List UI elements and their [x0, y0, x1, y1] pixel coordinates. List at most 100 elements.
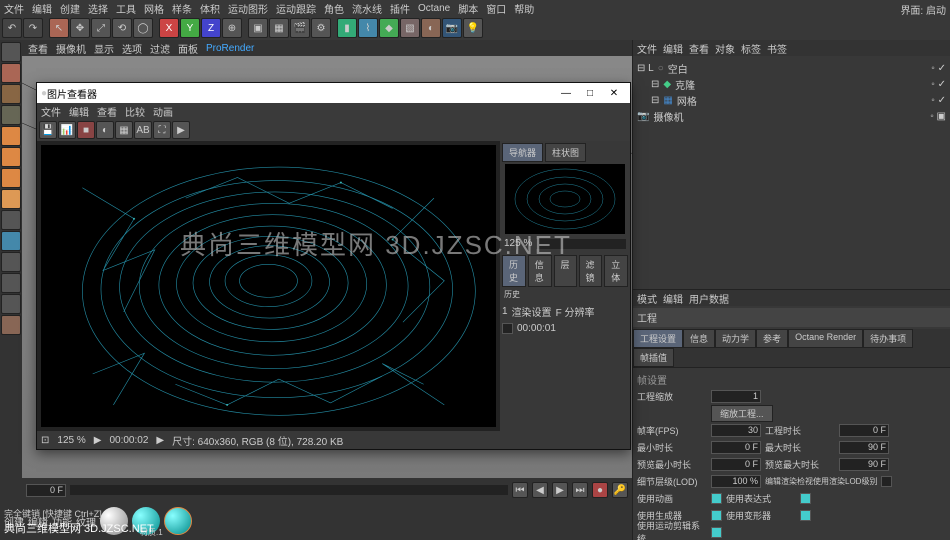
point-mode[interactable] [1, 126, 21, 146]
pv-fullscreen-icon[interactable]: ⛶ [153, 121, 171, 139]
render-pv[interactable]: 🎬 [290, 18, 310, 38]
chk-expr[interactable] [800, 493, 811, 504]
menu-tracker[interactable]: 运动跟踪 [276, 1, 316, 16]
menu-mesh[interactable]: 网格 [144, 1, 164, 16]
menu-select[interactable]: 选择 [88, 1, 108, 16]
recent-tool[interactable]: ◯ [133, 18, 153, 38]
tab-interp[interactable]: 帧插值 [633, 348, 674, 367]
am-userdata[interactable]: 用户数据 [689, 291, 729, 306]
camera-obj[interactable]: 📷 [442, 18, 462, 38]
pv-histogram-icon[interactable]: 📊 [58, 121, 76, 139]
chk-lod[interactable] [881, 476, 892, 487]
chk-anim[interactable] [711, 493, 722, 504]
menu-mograph[interactable]: 运动图形 [228, 1, 268, 16]
model-mode[interactable] [1, 63, 21, 83]
chk-motion[interactable] [711, 527, 722, 538]
pv-view[interactable]: 查看 [97, 104, 117, 119]
inp-projtime[interactable] [839, 424, 889, 437]
inp-pmax[interactable] [839, 458, 889, 471]
render-region[interactable]: ▦ [269, 18, 289, 38]
y-axis[interactable]: Y [180, 18, 200, 38]
pv-ab-icon[interactable]: AB [134, 121, 152, 139]
cube-primitive[interactable]: ▮ [337, 18, 357, 38]
pv-titlebar[interactable]: ● 图片查看器 — □ ✕ [37, 83, 630, 103]
select-tool[interactable]: ↖ [49, 18, 69, 38]
timeline[interactable]: ⏮ ◀ ▶ ⏭ ● 🔑 [22, 478, 632, 502]
om-file[interactable]: 文件 [637, 41, 657, 56]
inp-mintime[interactable] [711, 441, 761, 454]
vp-panel[interactable]: 面板 [178, 41, 198, 56]
menu-file[interactable]: 文件 [4, 1, 24, 16]
coord-sys[interactable]: ⊕ [222, 18, 242, 38]
environment[interactable]: ◐ [421, 18, 441, 38]
maximize-icon[interactable]: □ [578, 88, 602, 99]
tab-ref[interactable]: 参考 [756, 329, 788, 348]
menu-spline[interactable]: 样条 [172, 1, 192, 16]
chk-gen[interactable] [711, 510, 722, 521]
am-mode[interactable]: 模式 [637, 291, 657, 306]
play-fwd-icon[interactable]: ▶ [552, 482, 568, 498]
pv-channel-icon[interactable]: ◐ [96, 121, 114, 139]
menu-create[interactable]: 创建 [60, 1, 80, 16]
material-default[interactable] [100, 507, 128, 535]
pv-fit-icon[interactable]: ⊡ [41, 435, 49, 446]
chk-deform[interactable] [800, 510, 811, 521]
om-view[interactable]: 查看 [689, 41, 709, 56]
vp-view[interactable]: 查看 [28, 41, 48, 56]
menu-help[interactable]: 帮助 [514, 1, 534, 16]
minimize-icon[interactable]: — [554, 88, 578, 99]
snap-settings[interactable] [1, 273, 21, 293]
menu-edit[interactable]: 编辑 [32, 1, 52, 16]
undo-btn[interactable]: ↶ [2, 18, 22, 38]
render-view[interactable]: ▣ [248, 18, 268, 38]
play-start-icon[interactable]: ⏮ [512, 482, 528, 498]
am-edit[interactable]: 编辑 [663, 291, 683, 306]
vp-prorender[interactable]: ProRender [206, 43, 254, 54]
move-tool[interactable]: ✥ [70, 18, 90, 38]
vp-camera[interactable]: 摄像机 [56, 41, 86, 56]
autokey-icon[interactable]: 🔑 [612, 482, 628, 498]
inp-pmin[interactable] [711, 458, 761, 471]
vp-options[interactable]: 选项 [122, 41, 142, 56]
om-bookmarks[interactable]: 书签 [767, 41, 787, 56]
vp-display[interactable]: 显示 [94, 41, 114, 56]
om-edit[interactable]: 编辑 [663, 41, 683, 56]
tab-dynamics[interactable]: 动力学 [715, 329, 756, 348]
btn-scale-proj[interactable]: 缩放工程... [711, 405, 773, 422]
menu-script[interactable]: 脚本 [458, 1, 478, 16]
tweak-mode[interactable] [1, 210, 21, 230]
redo-btn[interactable]: ↷ [23, 18, 43, 38]
tab-octane[interactable]: Octane Render [788, 329, 863, 348]
pv-save-icon[interactable]: 💾 [39, 121, 57, 139]
om-tags[interactable]: 标签 [741, 41, 761, 56]
om-objects[interactable]: 对象 [715, 41, 735, 56]
locked[interactable] [1, 294, 21, 314]
tab-project[interactable]: 工程设置 [633, 329, 683, 348]
spline-primitive[interactable]: ⌇ [358, 18, 378, 38]
pv-info-tab[interactable]: 信息 [528, 255, 552, 287]
inp-lod[interactable] [711, 475, 761, 488]
record-icon[interactable]: ● [592, 482, 608, 498]
workplane[interactable] [1, 105, 21, 125]
menu-plugins[interactable]: 插件 [390, 1, 410, 16]
poly-mode[interactable] [1, 168, 21, 188]
inp-fps[interactable] [711, 424, 761, 437]
obj-mesh[interactable]: ⊟ ▦ 网格◦ ✓ [637, 92, 946, 108]
axis-mode[interactable] [1, 189, 21, 209]
pv-hist-tab[interactable]: 历史 [502, 255, 526, 287]
material-1b[interactable] [164, 507, 192, 535]
vp-filter[interactable]: 过滤 [150, 41, 170, 56]
deformer[interactable]: ▧ [400, 18, 420, 38]
light-obj[interactable]: 💡 [463, 18, 483, 38]
timeline-frame[interactable] [26, 484, 66, 497]
obj-camera[interactable]: 📷 摄像机◦ ▣ [637, 108, 946, 124]
object-tree[interactable]: ⊟ L○ 空白◦ ✓ ⊟ ◆ 克隆◦ ✓ ⊟ ▦ 网格◦ ✓ 📷 摄像机◦ ▣ [633, 56, 950, 128]
pv-filt-tab[interactable]: 滤镜 [579, 255, 603, 287]
timeline-slider[interactable] [70, 485, 508, 495]
generator[interactable]: ◆ [379, 18, 399, 38]
z-axis[interactable]: Z [201, 18, 221, 38]
layout-selector[interactable]: 界面: 启动 [900, 2, 946, 17]
pv-stop-icon[interactable]: ■ [77, 121, 95, 139]
pv-play-icon[interactable]: ▶ [172, 121, 190, 139]
pv-thumbnail[interactable] [505, 164, 625, 234]
